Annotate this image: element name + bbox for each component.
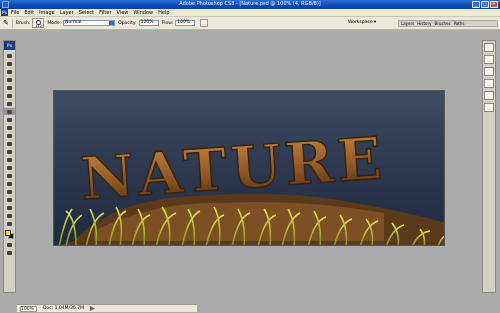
tab-paths[interactable]: Paths [454,21,465,26]
menu-bar: Ps File Edit Image Layer Select Filter V… [0,9,500,17]
canvas-artwork: NATURE [58,123,444,245]
healing-brush-tool-icon[interactable] [4,100,15,107]
menu-layer[interactable]: Layer [60,10,74,16]
screen-mode-icon[interactable] [4,249,15,256]
color-panel-icon[interactable] [484,67,494,76]
menu-help[interactable]: Help [158,10,169,16]
menu-filter[interactable]: Filter [99,10,111,16]
title-bar: Adobe Photoshop CS3 - [Nature.psd @ 100%… [0,0,500,9]
tab-layers[interactable]: Layers [401,21,414,26]
ps-logo: Ps [1,9,8,16]
styles-panel-icon[interactable] [484,91,494,100]
eyedropper-tool-icon[interactable] [4,204,15,211]
color-swatches[interactable] [4,229,15,241]
flow-label: Flow: [161,20,174,26]
workspace-menu[interactable]: Workspace ▾ [348,20,376,25]
gradient-tool-icon[interactable] [4,140,15,147]
magic-wand-tool-icon[interactable] [4,76,15,83]
shape-tool-icon[interactable] [4,188,15,195]
chevron-down-icon [109,21,115,25]
eraser-tool-icon[interactable] [4,132,15,139]
lasso-tool-icon[interactable] [4,68,15,75]
menu-file[interactable]: File [11,10,19,16]
palette-well: Layers History Brushes Paths [398,20,498,27]
hand-tool-icon[interactable] [4,212,15,219]
opacity-field[interactable]: 100% [138,20,159,26]
palette-dock [482,40,496,293]
close-button[interactable]: × [490,1,498,8]
options-bar: ✎ Brush: 112 Mode: Normal Opacity: 100% … [0,17,500,30]
doc-size: Doc: 1.04M/36.7M [43,306,84,311]
navigator-panel-icon[interactable] [484,43,494,52]
maximize-button[interactable]: □ [481,1,489,8]
menu-select[interactable]: Select [79,10,94,16]
zoom-tool-icon[interactable] [4,220,15,227]
clone-stamp-tool-icon[interactable] [4,116,15,123]
foreground-color-swatch[interactable] [5,230,11,236]
status-bar: 100% Doc: 1.04M/36.7M [17,304,197,312]
type-tool-icon[interactable] [4,172,15,179]
crop-tool-icon[interactable] [4,84,15,91]
window-title: Adobe Photoshop CS3 - [Nature.psd @ 100%… [179,1,321,7]
toolbox-logo: Ps [4,41,15,50]
quick-mask-icon[interactable] [4,241,15,248]
nature-text: NATURE [79,124,388,213]
history-brush-tool-icon[interactable] [4,124,15,131]
mode-select[interactable]: Normal [63,20,116,26]
menu-edit[interactable]: Edit [24,10,34,16]
layers-panel-icon[interactable] [484,103,494,112]
mode-value: Normal [65,20,82,25]
slice-tool-icon[interactable] [4,92,15,99]
menu-view[interactable]: View [117,10,129,16]
marquee-tool-icon[interactable] [4,60,15,67]
move-tool-icon[interactable] [4,52,15,59]
flow-field[interactable]: 100% [175,20,196,26]
brush-tool-icon[interactable]: ✎ [3,19,9,27]
document-canvas[interactable]: NATURE [53,90,445,246]
path-selection-tool-icon[interactable] [4,180,15,187]
tab-history[interactable]: History [417,21,431,26]
brush-tool-icon[interactable] [4,108,15,115]
zoom-level-field[interactable]: 100% [20,305,37,312]
brush-preset-picker[interactable]: 112 [32,18,45,28]
info-panel-icon[interactable] [484,55,494,64]
brush-label: Brush: [15,20,31,26]
airbrush-icon[interactable] [200,19,209,27]
status-menu-arrow-icon[interactable] [89,306,95,311]
brush-size: 112 [35,24,43,28]
menu-image[interactable]: Image [39,10,55,16]
minimize-button[interactable]: _ [472,1,480,8]
opacity-label: Opacity: [118,20,137,26]
notes-tool-icon[interactable] [4,196,15,203]
tab-brushes[interactable]: Brushes [434,21,450,26]
dodge-tool-icon[interactable] [4,156,15,163]
swatches-panel-icon[interactable] [484,79,494,88]
menu-window[interactable]: Window [133,10,153,16]
mode-label: Mode: [47,20,62,26]
blur-tool-icon[interactable] [4,148,15,155]
pen-tool-icon[interactable] [4,164,15,171]
separator [11,18,13,28]
toolbox: Ps [3,40,16,293]
